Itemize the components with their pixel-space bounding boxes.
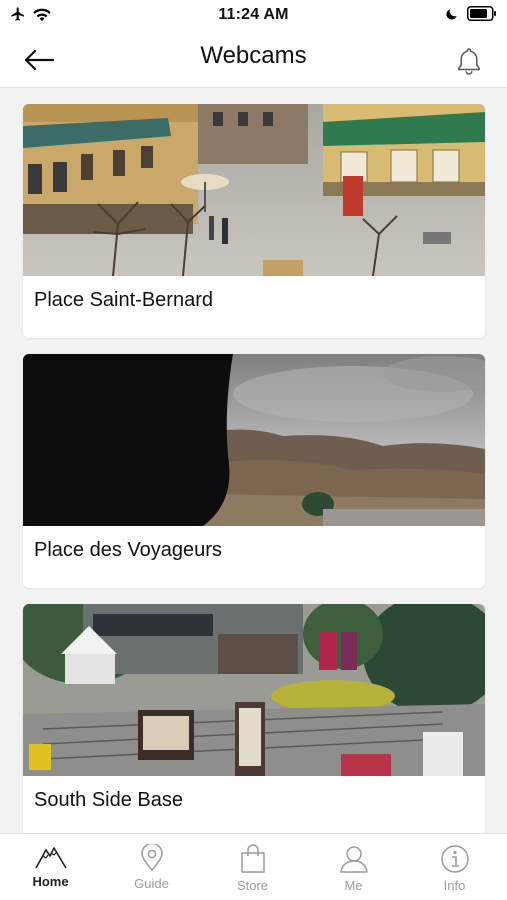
webcam-card-place-des-voyageurs[interactable]: Place des Voyageurs: [23, 354, 485, 588]
webcam-image-place-saint-bernard: [23, 104, 485, 276]
status-right: [445, 6, 497, 21]
status-bar: 11:24 AM: [0, 0, 507, 32]
webcam-image-place-des-voyageurs: [23, 354, 485, 526]
info-icon: [440, 845, 469, 873]
webcam-card-south-side-base[interactable]: South Side Base: [23, 604, 485, 833]
page-title: Webcams: [200, 42, 307, 69]
webcam-card-place-saint-bernard[interactable]: Place Saint-Bernard: [23, 104, 485, 338]
webcam-name: Place des Voyageurs: [34, 539, 222, 561]
moon-icon: [446, 8, 457, 20]
webcam-name: Place Saint-Bernard: [34, 289, 213, 311]
tab-label: Me: [344, 878, 363, 893]
tab-home[interactable]: Home: [0, 834, 101, 900]
tab-label: Home: [32, 874, 69, 889]
tab-guide[interactable]: Guide: [101, 834, 202, 900]
shopping-bag-icon: [240, 844, 265, 873]
tab-label: Store: [236, 878, 269, 893]
map-pin-icon: [140, 844, 163, 872]
webcam-image-south-side-base: [23, 604, 485, 776]
notifications-button[interactable]: [453, 44, 485, 78]
bell-icon: [458, 48, 480, 75]
tab-label: Guide: [134, 876, 169, 891]
mountain-icon: [34, 847, 67, 869]
tab-store[interactable]: Store: [202, 834, 303, 900]
tab-bar: Home Guide Store Me Info: [0, 833, 507, 900]
nav-bar: Webcams: [0, 32, 507, 88]
battery-icon: [467, 6, 496, 21]
status-time: 11:24 AM: [218, 6, 289, 23]
webcam-list: Place Saint-Bernard Place des Voyageurs …: [0, 89, 507, 833]
tab-me[interactable]: Me: [303, 834, 404, 900]
user-icon: [339, 846, 368, 873]
tab-label: Info: [443, 878, 466, 893]
tab-info[interactable]: Info: [404, 834, 505, 900]
webcam-name: South Side Base: [34, 789, 183, 811]
